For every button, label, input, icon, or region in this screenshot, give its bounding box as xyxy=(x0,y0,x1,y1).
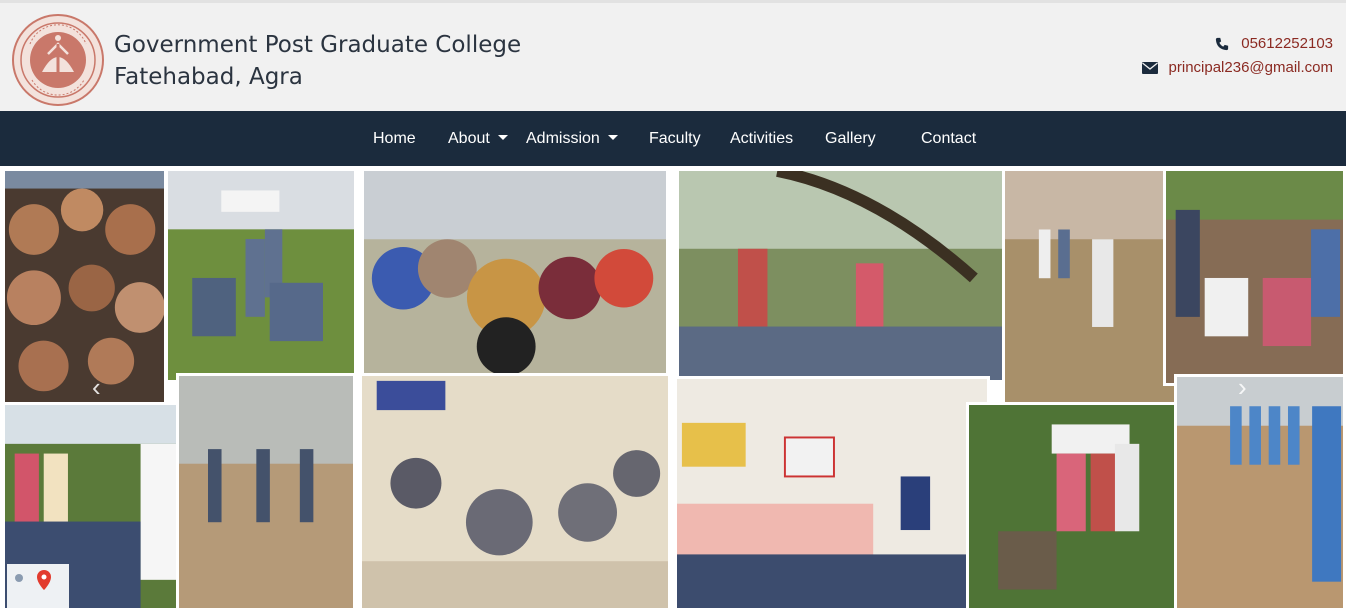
site-header: Government Post Graduate College Fatehab… xyxy=(0,0,1346,111)
nav-gallery[interactable]: Gallery xyxy=(825,111,876,166)
chevron-right-icon[interactable]: › xyxy=(1238,374,1247,400)
collage-photo-ncc-cadets-field xyxy=(165,168,357,383)
college-name[interactable]: Government Post Graduate College Fatehab… xyxy=(114,29,521,93)
collage-photo-tree-plantation xyxy=(1163,168,1346,386)
caret-down-icon xyxy=(607,135,618,140)
nav-admission[interactable]: Admission xyxy=(526,111,618,166)
collage-photo-seminar-hall xyxy=(674,376,990,611)
envelope-icon xyxy=(1141,60,1159,76)
college-name-line1: Government Post Graduate College xyxy=(114,32,522,58)
college-name-line2: Fatehabad, Agra xyxy=(114,64,303,90)
nav-about[interactable]: About xyxy=(448,111,508,166)
nav-faculty[interactable]: Faculty xyxy=(649,111,701,166)
phone-link[interactable]: 05612252103 xyxy=(1241,32,1333,56)
caret-down-icon xyxy=(497,135,508,140)
hero-photo-collage[interactable]: ‹ › xyxy=(0,166,1346,611)
nav-home-label: Home xyxy=(373,130,416,147)
chevron-left-icon[interactable]: ‹ xyxy=(92,374,101,400)
nav-home[interactable]: Home xyxy=(373,111,416,166)
email-row: principal236@gmail.com xyxy=(1141,56,1333,80)
collage-photo-salute-students xyxy=(1174,374,1346,611)
map-pin-icon[interactable] xyxy=(7,564,69,608)
phone-icon xyxy=(1213,36,1231,52)
nav-about-label: About xyxy=(448,130,490,147)
collage-photo-outdoor-session xyxy=(676,168,1024,383)
collage-photo-plantation-masks xyxy=(966,402,1188,611)
nav-gallery-label: Gallery xyxy=(825,130,876,147)
nav-contact-label: Contact xyxy=(921,130,977,147)
collage-photo-mehndi-hands xyxy=(2,168,167,406)
nav-activities[interactable]: Activities xyxy=(730,111,793,166)
contact-info: 05612252103 principal236@gmail.com xyxy=(1141,32,1333,80)
nav-contact[interactable]: Contact xyxy=(921,111,976,166)
collage-photo-cleanup-drive xyxy=(1002,168,1187,406)
nav-admission-label: Admission xyxy=(526,130,600,147)
nav-activities-label: Activities xyxy=(730,130,794,147)
nav-faculty-label: Faculty xyxy=(649,130,701,147)
phone-row: 05612252103 xyxy=(1141,32,1333,56)
collage-photo-students-bike xyxy=(361,168,669,408)
collage-photo-salute-parade xyxy=(176,373,356,611)
collage-photo-yoga-class xyxy=(359,373,671,611)
college-emblem-logo[interactable] xyxy=(12,14,104,106)
main-navbar: Home About Admission Faculty Activities … xyxy=(0,111,1346,166)
email-link[interactable]: principal236@gmail.com xyxy=(1169,56,1333,80)
